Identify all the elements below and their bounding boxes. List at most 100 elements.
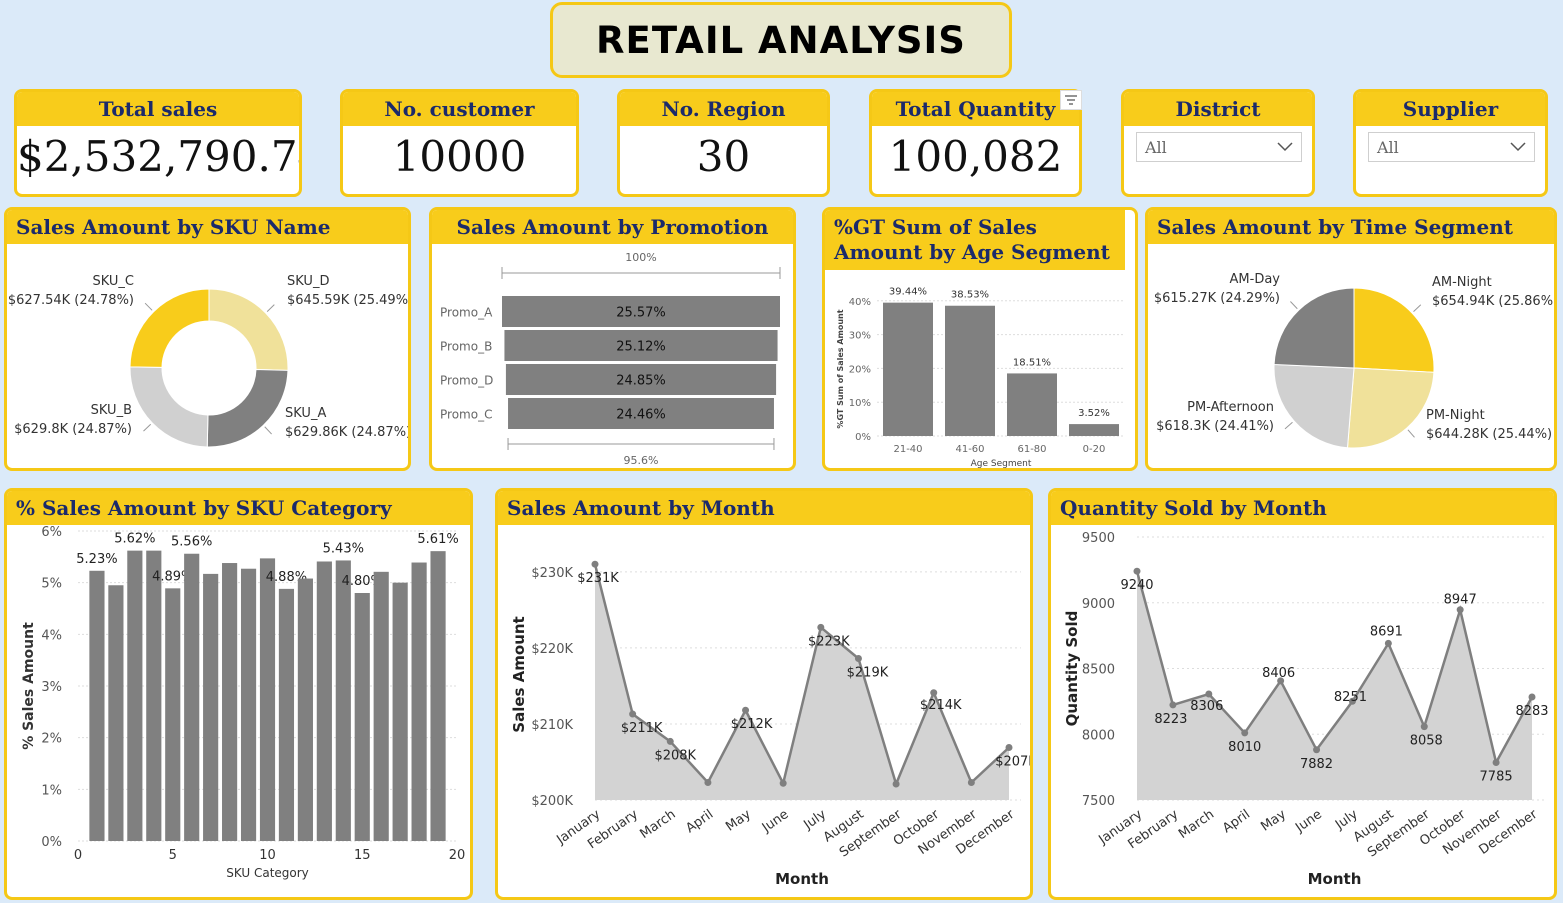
y-tick-label: $210K [531, 718, 573, 733]
chart-card-time-segment[interactable]: Sales Amount by Time Segment AM-Night $65… [1145, 207, 1557, 471]
slice-name-label: SKU_C [92, 274, 134, 289]
filter-icon[interactable] [1060, 90, 1082, 110]
kpi-customers[interactable]: No. customer 10000 [340, 89, 579, 197]
data-point [1528, 693, 1536, 701]
bar [89, 570, 105, 841]
x-tick-label: 10 [259, 848, 276, 863]
y-tick-label: 20% [849, 364, 871, 375]
x-tick-label: April [1220, 807, 1253, 836]
data-label: 8010 [1228, 740, 1261, 755]
kpi-label: No. customer [343, 92, 576, 126]
y-tick-label: 9500 [1082, 531, 1115, 546]
slice-name-label: AM-Day [1230, 272, 1281, 287]
area-chart: 750080008500900095009240January8223Febru… [1063, 531, 1549, 888]
funnel-top-label: 100% [625, 251, 656, 264]
area-fill [595, 564, 1009, 800]
y-tick-label: 30% [849, 331, 871, 342]
bar [127, 550, 143, 841]
y-axis-label: Sales Amount [510, 616, 528, 732]
data-label: 8223 [1154, 712, 1187, 727]
chart-title: Sales Amount by Month [498, 491, 1030, 525]
data-label: 8691 [1370, 624, 1403, 639]
data-label: $211K [621, 721, 663, 736]
funnel-value-label: 24.46% [616, 408, 666, 423]
bar [373, 571, 389, 841]
x-tick-label: March [1176, 807, 1217, 842]
bar [411, 562, 427, 841]
bar [392, 582, 408, 841]
chart-title: % Sales Amount by SKU Category [7, 491, 470, 525]
chart-card-sales-month[interactable]: Sales Amount by Month $200K $210K $220K $23… [495, 488, 1033, 900]
x-axis-label: Month [775, 870, 829, 888]
data-label: 5.43% [323, 541, 364, 556]
chart-card-qty-month[interactable]: Quantity Sold by Month 7500 8000 8500 9000 9… [1048, 488, 1557, 900]
slice-value-label: $644.28K (25.44%) [1426, 427, 1552, 442]
slice-name-label: SKU_D [287, 274, 329, 289]
data-label: 18.51% [1013, 357, 1051, 368]
kpi-regions[interactable]: No. Region 30 [617, 89, 830, 197]
x-tick-label: March [637, 807, 678, 842]
bar [108, 585, 124, 841]
leader-line [264, 426, 272, 435]
data-label: 7785 [1480, 770, 1513, 785]
bar [259, 558, 276, 841]
data-point [967, 779, 975, 787]
x-axis-label: Month [1308, 870, 1362, 888]
x-tick-label: April [683, 807, 716, 836]
funnel-category-label: Promo_B [440, 340, 492, 354]
supplier-dropdown[interactable]: All [1368, 132, 1535, 162]
x-axis-label: SKU Category [226, 866, 309, 880]
bar [240, 568, 257, 841]
dropdown-value: All [1145, 137, 1167, 157]
pie-slice-sku_b [129, 366, 209, 448]
y-tick-label: $230K [531, 566, 573, 581]
chart-title: Sales Amount by SKU Name [7, 210, 408, 244]
data-label: 5.62% [114, 532, 155, 547]
data-point [817, 623, 825, 631]
x-axis-label: Age Segment [971, 459, 1032, 468]
data-point [854, 655, 862, 663]
slice-value-label: $645.59K (25.49%) [287, 293, 408, 308]
funnel-category-label: Promo_C [440, 408, 492, 422]
bar [297, 578, 313, 841]
kpi-label: Total Quantity [872, 92, 1079, 126]
chart-card-promotion[interactable]: Sales Amount by Promotion 100% Promo_A 25.… [429, 207, 796, 471]
pie-slice-am-day [1273, 287, 1355, 369]
x-tick-label: 20 [449, 848, 466, 863]
chevron-down-icon [1277, 142, 1293, 152]
y-tick-label: $200K [531, 794, 573, 809]
bar [165, 588, 181, 841]
data-point [591, 560, 599, 568]
funnel-category-label: Promo_D [440, 374, 493, 388]
dashboard-title-box: RETAIL ANALYSIS [550, 2, 1012, 78]
x-tick-label: June [1292, 807, 1325, 836]
district-dropdown[interactable]: All [1136, 132, 1302, 162]
data-point [1420, 723, 1428, 731]
bar [278, 588, 295, 841]
pie-slice-pm-night [1346, 367, 1435, 449]
area-chart: $200K$210K$220K$230K $231KJanuary$211KFeb… [510, 560, 1030, 888]
kpi-quantity[interactable]: Total Quantity 100,082 [869, 89, 1082, 197]
bar [222, 563, 238, 841]
y-axis-label: %GT Sum of Sales Amount [836, 309, 845, 428]
y-tick-label: 40% [849, 297, 871, 308]
chart-card-age[interactable]: %GT Sum of Sales Amount by Age Segment 0… [822, 207, 1138, 471]
y-tick-label: 10% [849, 398, 871, 409]
chart-card-sku-category[interactable]: % Sales Amount by SKU Category 0% 1% 2% 3% 4… [4, 488, 473, 900]
bar [945, 305, 995, 436]
bar [1069, 424, 1119, 436]
chart-card-sku-name[interactable]: Sales Amount by SKU Name SKU_D $645.59K (… [4, 207, 411, 471]
funnel-value-label: 25.57% [616, 306, 666, 321]
kpi-total-sales[interactable]: Total sales $2,532,790.74 [14, 89, 302, 197]
data-label: $207K [995, 755, 1030, 770]
leader-line [1413, 304, 1422, 312]
bar [316, 561, 332, 841]
data-label: 5.23% [76, 552, 117, 567]
slicer-supplier: Supplier All [1353, 89, 1548, 197]
bar-chart: 0% 10% 20% 30% 40% 39.44% 21-40 38.53% 41-60 18.5… [836, 287, 1125, 468]
x-tick-label: 41-60 [955, 444, 984, 455]
data-label: 38.53% [951, 290, 989, 301]
data-label: 39.44% [889, 287, 927, 298]
slice-value-label: $654.94K (25.86%) [1432, 294, 1554, 309]
funnel-bottom-label: 95.6% [624, 454, 659, 467]
